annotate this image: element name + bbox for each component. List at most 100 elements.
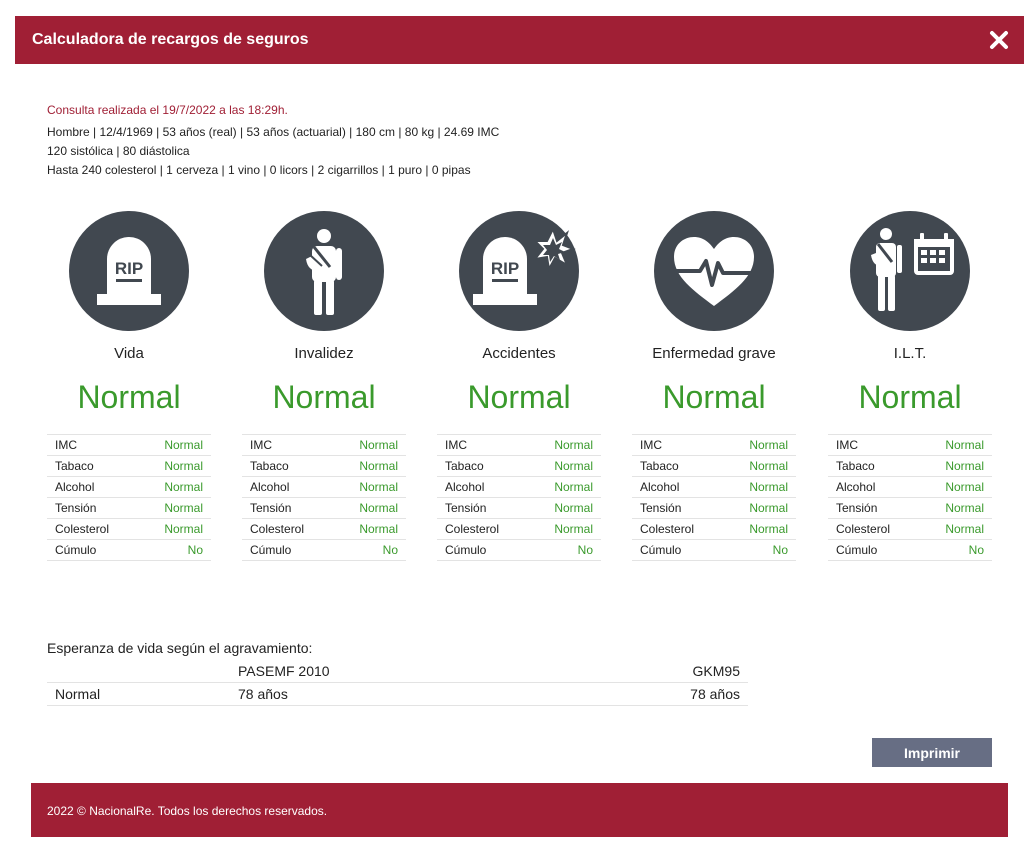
- risk-name: Enfermedad grave: [652, 345, 776, 362]
- factor-label: Tabaco: [632, 455, 726, 477]
- factor-value: Normal: [335, 518, 406, 540]
- life-expectancy-title: Esperanza de vida según el agravamiento:: [47, 640, 313, 656]
- factor-value: Normal: [335, 476, 406, 498]
- table-row: Colesterol Normal: [632, 518, 796, 540]
- table-row: Tabaco Normal: [47, 455, 211, 477]
- factor-label: Alcohol: [437, 476, 531, 498]
- consulta-info: Consulta realizada el 19/7/2022 a las 18…: [47, 101, 499, 180]
- factor-value: Normal: [921, 455, 992, 477]
- factor-value: Normal: [921, 434, 992, 456]
- factor-value: Normal: [335, 434, 406, 456]
- risk-name: Vida: [114, 345, 144, 362]
- table-row: Cúmulo No: [632, 539, 796, 561]
- life-expectancy-section: Esperanza de vida según el agravamiento:…: [47, 640, 748, 706]
- modal-title: Calculadora de recargos de seguros: [32, 31, 309, 48]
- factor-label: Tensión: [632, 497, 726, 519]
- factor-value: Normal: [530, 518, 601, 540]
- factor-value: Normal: [530, 476, 601, 498]
- table-row: Alcohol Normal: [632, 476, 796, 498]
- table-row: IMC Normal: [47, 434, 211, 456]
- factor-value: No: [335, 539, 406, 561]
- blood-pressure-line: 120 sistólica | 80 diástolica: [47, 144, 190, 158]
- factor-label: IMC: [47, 434, 141, 456]
- risk-column-invalidez: Invalidez Normal IMC Normal Tabaco Normal …: [242, 211, 406, 561]
- table-row: Colesterol Normal: [47, 518, 211, 540]
- risk-status: Normal: [662, 379, 766, 415]
- factor-label: Tabaco: [242, 455, 336, 477]
- tombstone-rip-icon: RIP: [69, 211, 189, 331]
- table-row: Tabaco Normal: [632, 455, 796, 477]
- factor-value: Normal: [725, 434, 796, 456]
- factor-label: Colesterol: [828, 518, 922, 540]
- injured-person-icon: [264, 211, 384, 331]
- factor-label: Cúmulo: [47, 539, 141, 561]
- consulta-timestamp: Consulta realizada el 19/7/2022 a las 18…: [47, 103, 288, 117]
- factor-value: Normal: [335, 455, 406, 477]
- life-expectancy-header: PASEMF 2010 GKM95: [47, 660, 748, 682]
- pasemf-value: 78 años: [238, 686, 288, 702]
- factor-value: Normal: [140, 434, 211, 456]
- table-row: Tabaco Normal: [828, 455, 992, 477]
- table-row: Cúmulo No: [437, 539, 601, 561]
- factor-label: Colesterol: [437, 518, 531, 540]
- factor-value: Normal: [140, 476, 211, 498]
- svg-text:RIP: RIP: [491, 259, 519, 278]
- factor-label: Colesterol: [242, 518, 336, 540]
- risk-column-vida: RIP Vida Normal IMC Normal Tabaco Normal A…: [47, 211, 211, 561]
- factor-label: Alcohol: [828, 476, 922, 498]
- table-row: Cúmulo No: [47, 539, 211, 561]
- table-row: Alcohol Normal: [828, 476, 992, 498]
- table-row: Tensión Normal: [437, 497, 601, 519]
- factors-table: IMC Normal Tabaco Normal Alcohol Normal Ten…: [47, 434, 211, 561]
- factor-label: IMC: [632, 434, 726, 456]
- factor-value: Normal: [140, 455, 211, 477]
- table-row: Colesterol Normal: [828, 518, 992, 540]
- tombstone-crash-icon: RIP: [459, 211, 579, 331]
- table-row: Alcohol Normal: [47, 476, 211, 498]
- factors-table: IMC Normal Tabaco Normal Alcohol Normal Ten…: [242, 434, 406, 561]
- habits-line: Hasta 240 colesterol | 1 cerveza | 1 vin…: [47, 163, 471, 177]
- factor-label: Tensión: [47, 497, 141, 519]
- factor-value: Normal: [140, 497, 211, 519]
- risk-status: Normal: [858, 379, 962, 415]
- factor-label: Tensión: [828, 497, 922, 519]
- risk-name: Invalidez: [294, 345, 354, 362]
- table-row: IMC Normal: [828, 434, 992, 456]
- factors-table: IMC Normal Tabaco Normal Alcohol Normal Ten…: [828, 434, 992, 561]
- risk-column-ilt: I.L.T. Normal IMC Normal Tabaco Normal Alc…: [828, 211, 992, 561]
- copyright-text: 2022 © NacionalRe. Todos los derechos re…: [47, 804, 328, 818]
- factor-label: Tabaco: [437, 455, 531, 477]
- risk-status: Normal: [77, 379, 181, 415]
- factors-table: IMC Normal Tabaco Normal Alcohol Normal Ten…: [437, 434, 601, 561]
- table-row: Tabaco Normal: [437, 455, 601, 477]
- table-row: IMC Normal: [242, 434, 406, 456]
- factor-value: Normal: [335, 497, 406, 519]
- factor-value: Normal: [921, 476, 992, 498]
- factor-label: Tabaco: [47, 455, 141, 477]
- factor-value: Normal: [530, 434, 601, 456]
- gkm95-value: 78 años: [690, 686, 740, 702]
- row-label: Normal: [55, 686, 101, 702]
- modal-header: Calculadora de recargos de seguros: [15, 16, 1024, 64]
- factor-value: Normal: [725, 455, 796, 477]
- factor-label: Cúmulo: [437, 539, 531, 561]
- table-row: Tensión Normal: [242, 497, 406, 519]
- factor-value: Normal: [921, 518, 992, 540]
- table-row: IMC Normal: [632, 434, 796, 456]
- factor-value: Normal: [921, 497, 992, 519]
- factor-label: Cúmulo: [632, 539, 726, 561]
- close-icon[interactable]: [988, 29, 1010, 51]
- risk-name: Accidentes: [482, 345, 556, 362]
- risk-status: Normal: [272, 379, 376, 415]
- factor-value: Normal: [140, 518, 211, 540]
- factor-label: Tabaco: [828, 455, 922, 477]
- factors-table: IMC Normal Tabaco Normal Alcohol Normal Ten…: [632, 434, 796, 561]
- factor-label: IMC: [437, 434, 531, 456]
- factor-value: No: [921, 539, 992, 561]
- table-row: Colesterol Normal: [437, 518, 601, 540]
- factor-value: Normal: [530, 455, 601, 477]
- risk-column-enfermedad-grave: Enfermedad grave Normal IMC Normal Tabaco…: [632, 211, 796, 561]
- print-button[interactable]: Imprimir: [872, 738, 992, 767]
- table-row: Cúmulo No: [242, 539, 406, 561]
- table-row: Tensión Normal: [47, 497, 211, 519]
